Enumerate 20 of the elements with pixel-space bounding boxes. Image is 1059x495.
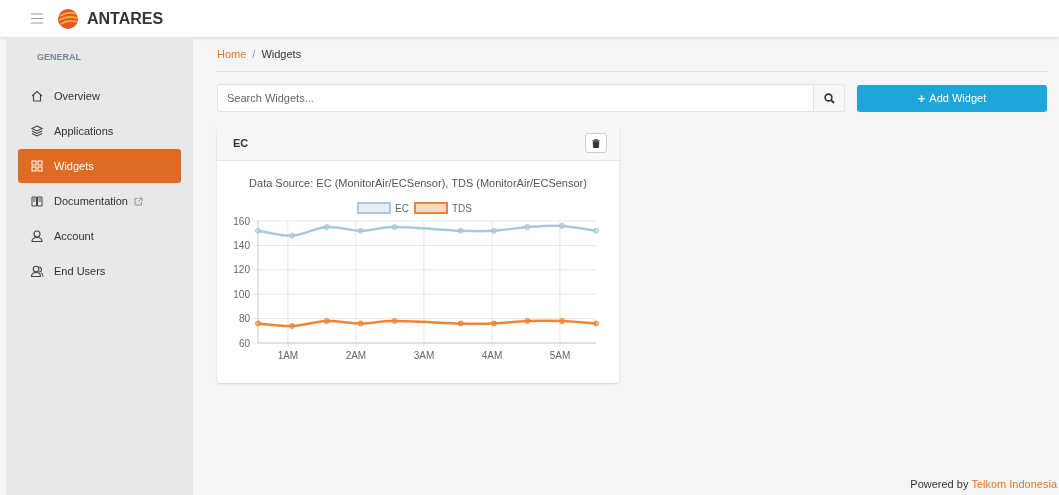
widget-title: EC [233, 135, 249, 151]
x-tick-label: 1AM [277, 349, 299, 361]
breadcrumb-current: Widgets [261, 46, 302, 62]
data-source-text: Data Source: EC (MonitorAir/ECSensor), TDS (MonitorAir/ECSensor) [248, 176, 588, 191]
x-tick-label: 4AM [481, 349, 503, 361]
brand-name: ANTARES [87, 8, 164, 29]
x-tick-label: 3AM [413, 349, 435, 361]
sidebar-heading: GENERAL [36, 51, 82, 63]
y-tick-label: 60 [238, 337, 250, 348]
breadcrumb-separator: / [252, 46, 256, 62]
footer-text: Powered by [910, 476, 969, 492]
x-tick-label: 5AM [549, 349, 571, 361]
y-tick-label: 120 [233, 263, 250, 275]
legend-label: EC [395, 202, 409, 214]
y-tick-label: 160 [233, 215, 250, 226]
y-tick-label: 80 [238, 312, 250, 324]
y-tick-label: 100 [233, 288, 250, 300]
y-tick-label: 140 [233, 239, 250, 251]
x-tick-label: 2AM [345, 349, 367, 361]
legend-label: TDS [452, 202, 472, 214]
